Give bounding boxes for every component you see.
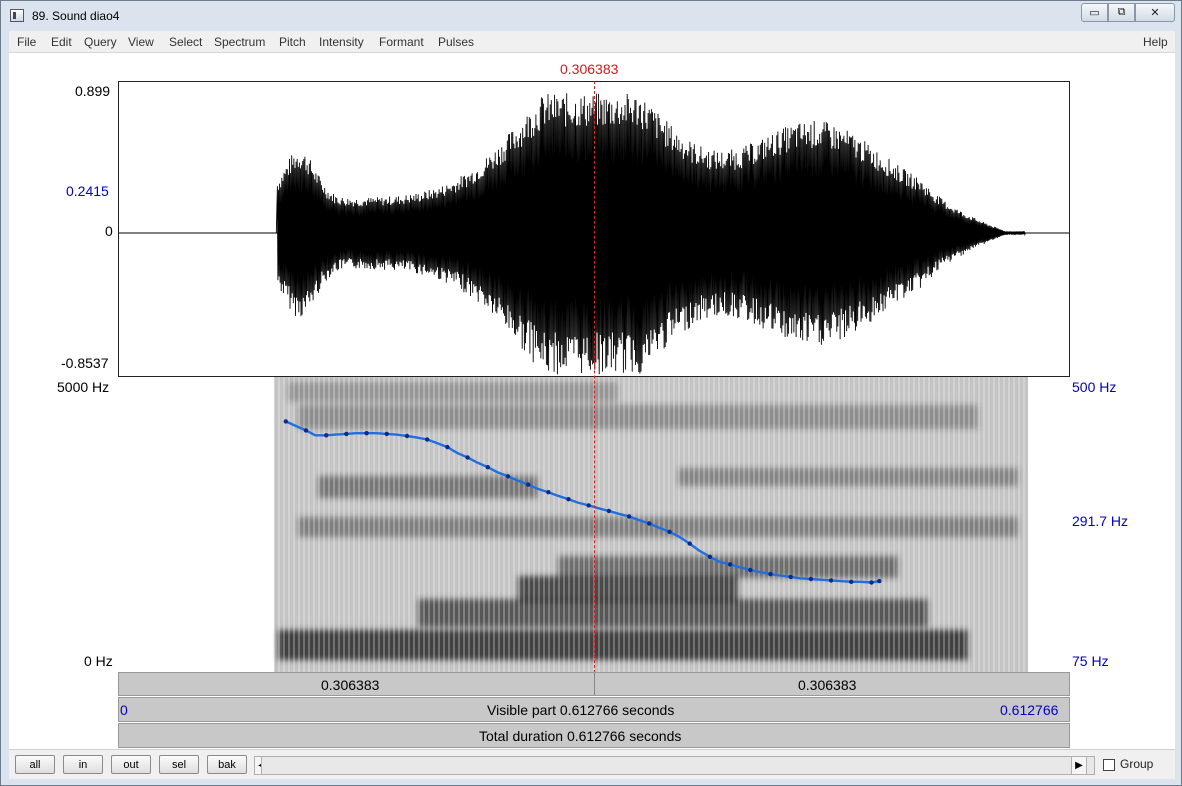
pitch-point — [324, 433, 329, 438]
right-segment-duration[interactable]: 0.306383 — [798, 677, 856, 693]
window-title: 89. Sound diao4 — [32, 9, 120, 23]
group-checkbox[interactable] — [1103, 759, 1115, 771]
zoom-all-button[interactable]: all — [15, 755, 55, 774]
menu-bar: File Edit Query View Select Spectrum Pit… — [9, 31, 1175, 53]
menu-edit[interactable]: Edit — [51, 35, 72, 49]
menu-pulses[interactable]: Pulses — [438, 35, 474, 49]
pitch-point — [364, 431, 369, 436]
pitch-point — [808, 576, 814, 582]
pitch-point — [303, 428, 309, 433]
left-segment-duration[interactable]: 0.306383 — [321, 677, 379, 693]
app-icon — [10, 9, 24, 22]
segment-divider — [594, 673, 595, 695]
pitch-point — [505, 474, 511, 479]
window-controls: ▭ ⧉ ✕ — [1081, 3, 1175, 23]
group-label: Group — [1120, 757, 1154, 771]
waveform-zero-label: 0 — [105, 223, 113, 239]
scroll-right-icon[interactable]: ▶ — [1071, 756, 1087, 775]
pitch-point — [768, 571, 773, 577]
zoom-back-button[interactable]: bak — [207, 755, 247, 774]
pitch-point — [566, 497, 571, 502]
maximize-button[interactable]: ⧉ — [1108, 3, 1135, 22]
menu-view[interactable]: View — [128, 35, 154, 49]
zoom-out-button[interactable]: out — [111, 755, 151, 774]
pitch-point — [445, 444, 450, 450]
menu-file[interactable]: File — [17, 35, 36, 49]
time-segment-bar — [118, 672, 1070, 696]
spectrogram-freq-max-label: 5000 Hz — [57, 379, 110, 395]
menu-intensity[interactable]: Intensity — [319, 35, 364, 49]
pitch-point — [546, 490, 551, 495]
waveform-min-label: -0.8537 — [61, 355, 109, 371]
close-button[interactable]: ✕ — [1135, 3, 1175, 22]
menu-query[interactable]: Query — [84, 35, 117, 49]
title-bar: 89. Sound diao4 ▭ ⧉ ✕ — [1, 1, 1181, 31]
pitch-point — [727, 562, 733, 567]
waveform-max-label: 0.899 — [75, 83, 111, 99]
menu-select[interactable]: Select — [169, 35, 202, 49]
visible-part-label: Visible part 0.612766 seconds — [487, 702, 675, 718]
pitch-point — [707, 554, 713, 559]
pitch-point — [748, 567, 753, 573]
pitch-point — [788, 574, 793, 580]
menu-spectrum[interactable]: Spectrum — [214, 35, 265, 49]
pitch-axis-mid-label: 291.7 Hz — [1072, 513, 1129, 529]
bottom-toolbar: all in out sel bak ◀ ▶ Group — [9, 749, 1175, 779]
pitch-axis-top-label: 500 Hz — [1072, 379, 1117, 395]
zoom-selection-button[interactable]: sel — [159, 755, 199, 774]
menu-pitch[interactable]: Pitch — [279, 35, 306, 49]
waveform-level-label: 0.2415 — [66, 183, 109, 199]
horizontal-scrollbar[interactable] — [261, 756, 1095, 775]
spectrogram-freq-min-label: 0 Hz — [84, 653, 113, 669]
cursor-time-label: 0.306383 — [560, 61, 619, 77]
menu-help[interactable]: Help — [1143, 35, 1168, 49]
pitch-point — [606, 508, 612, 514]
pitch-point — [667, 529, 672, 534]
pitch-point — [404, 433, 410, 439]
total-duration-label: Total duration 0.612766 seconds — [479, 728, 682, 744]
pitch-point — [849, 579, 854, 584]
zoom-in-button[interactable]: in — [63, 755, 103, 774]
minimize-button[interactable]: ▭ — [1081, 3, 1108, 22]
praat-sound-window: 89. Sound diao4 ▭ ⧉ ✕ File Edit Query Vi… — [0, 0, 1182, 786]
visible-start-label: 0 — [120, 702, 128, 718]
pitch-point — [626, 514, 632, 519]
cursor-line[interactable] — [594, 81, 595, 673]
menu-formant[interactable]: Formant — [379, 35, 424, 49]
pitch-point — [526, 482, 531, 487]
pitch-point — [465, 455, 470, 460]
pitch-point — [283, 419, 288, 424]
pitch-point — [485, 465, 490, 470]
pitch-point — [687, 541, 692, 546]
pitch-point — [344, 431, 349, 437]
pitch-point — [828, 578, 834, 583]
pitch-point — [877, 578, 882, 584]
visible-end-label: 0.612766 — [1000, 702, 1059, 718]
pitch-point — [586, 503, 591, 508]
pitch-point — [425, 437, 430, 442]
pitch-axis-bottom-label: 75 Hz — [1072, 653, 1109, 669]
pitch-point — [384, 431, 389, 437]
pitch-point — [869, 580, 874, 585]
pitch-point — [647, 521, 652, 526]
